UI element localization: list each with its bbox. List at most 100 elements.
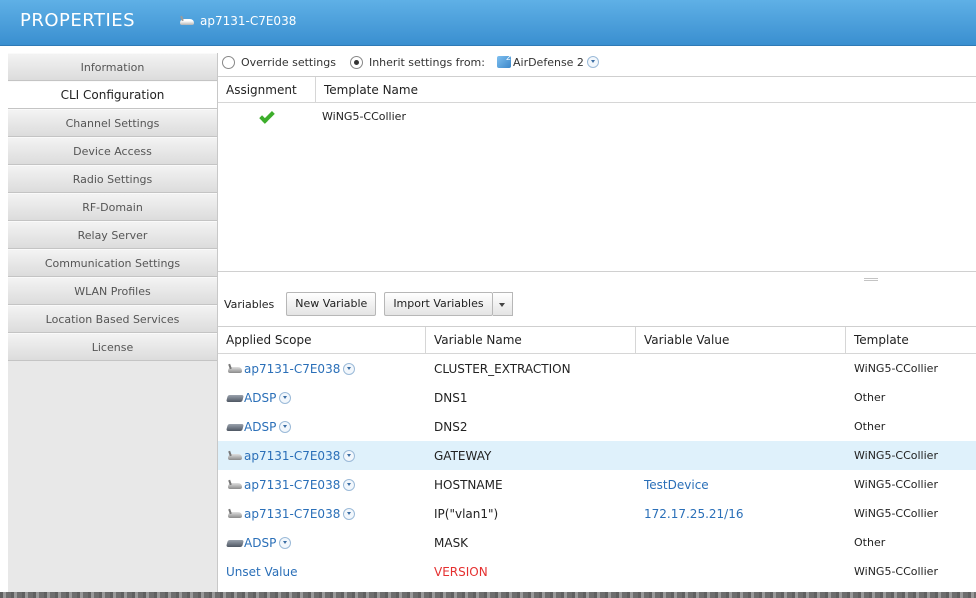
inherit-settings-label: Inherit settings from: <box>368 55 485 69</box>
adsp-server-icon <box>226 422 244 432</box>
table-row-selected[interactable]: ap7131-C7E038 GATEWAY WiNG5-CCollier <box>218 441 976 470</box>
sidebar-item-communication-settings[interactable]: Communication Settings <box>8 249 217 277</box>
chevron-down-icon[interactable] <box>586 56 599 68</box>
variable-name-cell: HOSTNAME <box>434 477 503 492</box>
checkmark-icon <box>259 108 275 124</box>
new-variable-button[interactable]: New Variable <box>286 292 377 316</box>
chevron-down-icon[interactable] <box>279 392 292 404</box>
variables-table: Applied Scope Variable Name Variable Val… <box>218 326 976 594</box>
device-label: ap7131-C7E038 <box>178 14 296 28</box>
variable-name-cell: IP("vlan1") <box>434 506 499 521</box>
device-name: ap7131-C7E038 <box>200 14 297 28</box>
scope-link[interactable]: ap7131-C7E038 <box>244 507 340 521</box>
rf-domain-icon <box>496 53 511 68</box>
assignment-cell <box>218 108 316 124</box>
column-header-assignment[interactable]: Assignment <box>218 77 316 102</box>
template-cell: WiNG5-CCollier <box>854 565 938 578</box>
adsp-server-icon <box>226 538 244 548</box>
template-cell: WiNG5-CCollier <box>854 449 938 462</box>
column-header-template-name[interactable]: Template Name <box>316 77 976 102</box>
sidebar-item-information[interactable]: Information <box>8 53 217 81</box>
table-row[interactable]: WiNG5-CCollier <box>218 103 976 129</box>
panel-splitter[interactable] <box>218 271 976 285</box>
column-header-variable-value[interactable]: Variable Value <box>636 326 846 354</box>
variable-name-cell: MASK <box>434 535 469 550</box>
variables-table-header: Applied Scope Variable Name Variable Val… <box>218 326 976 354</box>
torn-edge-divider <box>0 592 976 598</box>
applied-scope-cell: ap7131-C7E038 <box>218 362 426 376</box>
variable-name-cell: GATEWAY <box>434 448 492 463</box>
variable-value-cell: 172.17.25.21/16 <box>644 506 744 521</box>
chevron-down-icon[interactable] <box>343 508 356 520</box>
scope-link[interactable]: ap7131-C7E038 <box>244 362 340 376</box>
table-row[interactable]: Unset Value VERSION WiNG5-CCollier <box>218 557 976 586</box>
scope-link[interactable]: ADSP <box>244 391 276 405</box>
variable-value-cell: TestDevice <box>644 477 709 492</box>
inherit-settings-radio[interactable] <box>349 55 363 69</box>
template-cell: Other <box>854 391 886 404</box>
scope-link[interactable]: ADSP <box>244 420 276 434</box>
variable-name-cell: CLUSTER_EXTRACTION <box>434 361 571 376</box>
access-point-icon <box>226 479 244 491</box>
sidebar-item-device-access[interactable]: Device Access <box>8 137 217 165</box>
variables-label: Variables <box>224 297 275 311</box>
chevron-down-icon[interactable] <box>343 363 356 375</box>
variable-name-cell: VERSION <box>434 564 488 579</box>
access-point-icon <box>226 450 244 462</box>
column-header-template[interactable]: Template <box>846 327 976 354</box>
sidebar-item-radio-settings[interactable]: Radio Settings <box>8 165 217 193</box>
applied-scope-cell: Unset Value <box>218 565 426 579</box>
column-header-applied-scope[interactable]: Applied Scope <box>218 326 426 354</box>
chevron-down-icon[interactable] <box>343 450 356 462</box>
scope-link[interactable]: ap7131-C7E038 <box>244 478 340 492</box>
applied-scope-cell: ADSP <box>218 420 426 434</box>
inherit-source[interactable]: AirDefense 2 <box>513 56 584 69</box>
applied-scope-cell: ap7131-C7E038 <box>218 507 426 521</box>
sidebar-item-cli-configuration[interactable]: CLI Configuration <box>8 81 217 109</box>
chevron-down-icon[interactable] <box>343 479 356 491</box>
access-point-icon <box>226 363 244 375</box>
override-settings-label: Override settings <box>241 55 336 69</box>
applied-scope-cell: ap7131-C7E038 <box>218 449 426 463</box>
table-row[interactable]: ADSP MASK Other <box>218 528 976 557</box>
table-row[interactable]: ap7131-C7E038 IP("vlan1") 172.17.25.21/1… <box>218 499 976 528</box>
page-title: PROPERTIES <box>20 10 136 31</box>
override-settings-radio[interactable] <box>222 55 235 69</box>
applied-scope-cell: ADSP <box>218 536 426 550</box>
scope-link[interactable]: ap7131-C7E038 <box>244 449 340 463</box>
import-variables-button[interactable]: Import Variables <box>384 292 493 316</box>
template-cell: WiNG5-CCollier <box>854 478 938 491</box>
sidebar-item-wlan-profiles[interactable]: WLAN Profiles <box>8 277 217 305</box>
import-variables-dropdown[interactable] <box>492 292 513 316</box>
properties-sidebar: Information CLI Configuration Channel Se… <box>8 53 218 593</box>
template-cell: WiNG5-CCollier <box>854 507 938 520</box>
sidebar-item-rf-domain[interactable]: RF-Domain <box>8 193 217 221</box>
inheritance-options: Override settings Inherit settings from:… <box>218 50 976 74</box>
template-cell: Other <box>854 536 886 549</box>
applied-scope-cell: ADSP <box>218 391 426 405</box>
sidebar-item-relay-server[interactable]: Relay Server <box>8 221 217 249</box>
variable-name-cell: DNS1 <box>434 390 468 405</box>
access-point-icon <box>178 15 196 27</box>
access-point-icon <box>226 508 244 520</box>
sidebar-item-channel-settings[interactable]: Channel Settings <box>8 109 217 137</box>
table-row[interactable]: ADSP DNS1 Other <box>218 383 976 412</box>
template-name-cell: WiNG5-CCollier <box>322 109 406 123</box>
scope-link[interactable]: ADSP <box>244 536 276 550</box>
sidebar-item-license[interactable]: License <box>8 333 217 361</box>
properties-header: PROPERTIES ap7131-C7E038 <box>0 0 976 46</box>
variable-name-cell: DNS2 <box>434 419 468 434</box>
chevron-down-icon[interactable] <box>279 421 292 433</box>
table-row[interactable]: ap7131-C7E038 HOSTNAME TestDevice WiNG5-… <box>218 470 976 499</box>
splitter-grip-icon[interactable] <box>864 278 878 281</box>
unset-value-link[interactable]: Unset Value <box>226 565 298 579</box>
template-table: Assignment Template Name WiNG5-CCollier <box>218 76 976 271</box>
chevron-down-icon[interactable] <box>279 537 292 549</box>
table-row[interactable]: ap7131-C7E038 CLUSTER_EXTRACTION WiNG5-C… <box>218 354 976 383</box>
variables-toolbar: Variables New Variable Import Variables <box>218 287 976 321</box>
column-header-variable-name[interactable]: Variable Name <box>426 326 636 354</box>
applied-scope-cell: ap7131-C7E038 <box>218 478 426 492</box>
adsp-server-icon <box>226 393 244 403</box>
sidebar-item-location-based-services[interactable]: Location Based Services <box>8 305 217 333</box>
table-row[interactable]: ADSP DNS2 Other <box>218 412 976 441</box>
